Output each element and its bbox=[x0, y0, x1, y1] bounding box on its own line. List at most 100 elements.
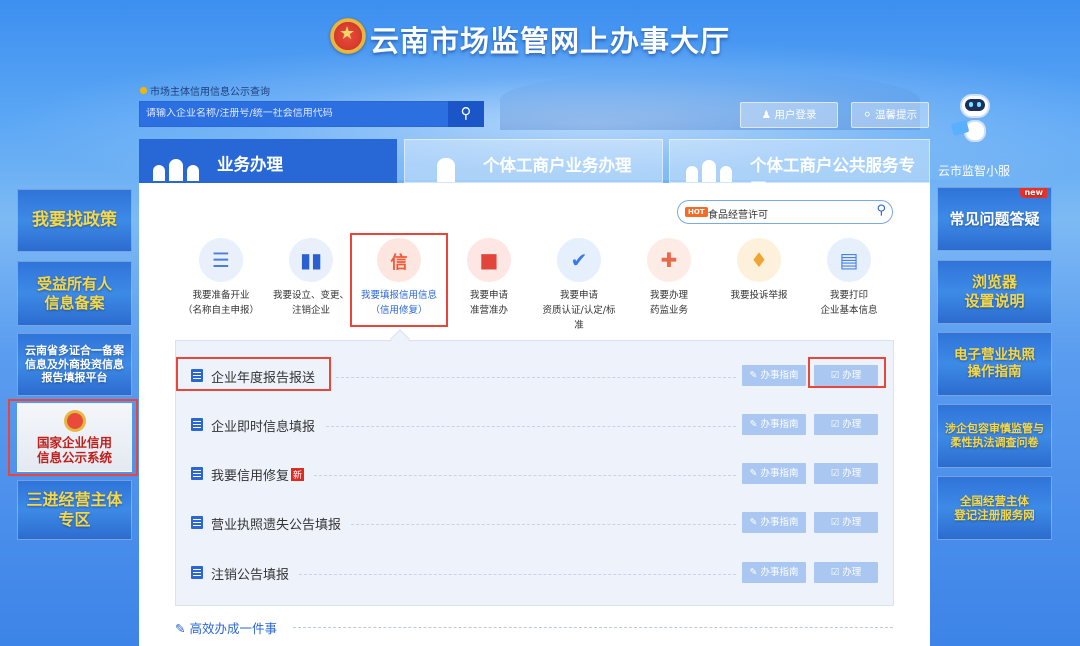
service-label: 资质认证/认定/标 bbox=[542, 305, 616, 316]
search-button[interactable]: ⚲ bbox=[448, 101, 484, 127]
banner-registration-service[interactable]: 全国经营主体 登记注册服务网 bbox=[937, 476, 1052, 540]
guide-button[interactable]: ✎ 办事指南 bbox=[742, 365, 806, 386]
search-hint: 市场主体信用信息公示查询 bbox=[140, 83, 270, 98]
banner-browser-settings[interactable]: 浏览器 设置说明 bbox=[937, 260, 1052, 324]
guide-button[interactable]: ✎ 办事指南 bbox=[742, 512, 806, 533]
service-label: 注销企业 bbox=[291, 305, 330, 316]
service-label: 企业基本信息 bbox=[820, 305, 878, 316]
service-label: （名称自主申报） bbox=[182, 305, 259, 316]
service-drug-supervision[interactable]: ✚ 我要办理 药监业务 bbox=[623, 238, 715, 318]
do-button-label: 办理 bbox=[842, 419, 862, 430]
tips-button[interactable]: ⚪ 温馨提示 bbox=[851, 102, 929, 128]
footer-divider bbox=[293, 627, 893, 628]
panel-search-field[interactable]: HOT 食品经营许可 ⚲ bbox=[677, 200, 893, 224]
service-label: 我要准备开业 bbox=[192, 290, 250, 301]
row-divider bbox=[326, 426, 736, 427]
list-item[interactable]: 注销公告填报 ✎ 办事指南 ☑ 办理 bbox=[176, 559, 895, 589]
list-item[interactable]: 企业即时信息填报 ✎ 办事指南 ☑ 办理 bbox=[176, 411, 895, 441]
guide-button-label: 办事指南 bbox=[760, 370, 799, 381]
row-divider bbox=[314, 475, 736, 476]
user-login-label: 用户登录 bbox=[774, 109, 817, 121]
assistant-label[interactable]: 云市监智小服 bbox=[938, 162, 1010, 179]
service-label: 药监业务 bbox=[649, 305, 688, 316]
left-highlight-box bbox=[8, 399, 138, 476]
list-item-title[interactable]: 我要信用修复新 bbox=[211, 465, 305, 484]
banner-find-policy[interactable]: 我要找政策 bbox=[17, 189, 132, 252]
service-highlight-box bbox=[350, 233, 448, 327]
search-input[interactable] bbox=[146, 108, 442, 119]
tab-business-label: 业务办理 bbox=[217, 155, 283, 174]
do-button[interactable]: ☑ 办理 bbox=[814, 463, 878, 484]
row-divider bbox=[336, 377, 736, 378]
efficiency-link[interactable]: ✎ 高效办成一件事 bbox=[175, 618, 277, 637]
service-label: 我要办理 bbox=[649, 290, 688, 301]
service-label: 我要申请 bbox=[559, 290, 598, 301]
stamp-icon: ■ bbox=[467, 238, 511, 282]
list-item[interactable]: 营业执照遗失公告填报 ✎ 办事指南 ☑ 办理 bbox=[176, 509, 895, 539]
service-complaint[interactable]: ♦ 我要投诉举报 bbox=[713, 238, 805, 303]
binder-icon: ▮▮ bbox=[289, 238, 333, 282]
clipboard-icon: ☰ bbox=[199, 238, 243, 282]
do-button[interactable]: ☑ 办理 bbox=[814, 414, 878, 435]
guide-button-label: 办事指南 bbox=[760, 419, 799, 430]
button-highlight-box bbox=[808, 357, 886, 388]
tips-label: 温馨提示 bbox=[875, 109, 918, 121]
site-header: 云南市场监管网上办事大厅 bbox=[0, 16, 1080, 62]
guide-button[interactable]: ✎ 办事指南 bbox=[742, 562, 806, 583]
megaphone-icon: ♦ bbox=[737, 238, 781, 282]
tab-individual-label: 个体工商户业务办理 bbox=[483, 156, 632, 175]
banner-multi-cert-platform[interactable]: 云南省多证合一备案 信息及外商投资信息 报告填报平台 bbox=[17, 333, 132, 396]
document-icon bbox=[191, 418, 203, 431]
service-qualification[interactable]: ✔ 我要申请 资质认证/认定/标准 bbox=[533, 238, 625, 333]
guide-button-label: 办事指南 bbox=[760, 468, 799, 479]
banner-market-entity-zone[interactable]: 三进经营主体 专区 bbox=[17, 480, 132, 540]
site-title: 云南市场监管网上办事大厅 bbox=[370, 24, 731, 58]
search-field[interactable] bbox=[139, 101, 449, 127]
efficiency-link-label: 高效办成一件事 bbox=[189, 621, 277, 636]
document-icon bbox=[191, 516, 203, 529]
do-button[interactable]: ☑ 办理 bbox=[814, 512, 878, 533]
user-login-button[interactable]: ♟ 用户登录 bbox=[740, 102, 838, 128]
person-icon bbox=[435, 148, 481, 182]
banner-faq[interactable]: 常见问题答疑 new bbox=[937, 187, 1052, 251]
people-group-icon bbox=[153, 147, 199, 181]
banner-beneficial-owner[interactable]: 受益所有人 信息备案 bbox=[17, 261, 132, 326]
new-tag: new bbox=[1020, 188, 1047, 198]
service-label: 准营准办 bbox=[469, 305, 508, 316]
row-divider bbox=[299, 574, 736, 575]
search-hint-text: 市场主体信用信息公示查询 bbox=[150, 87, 270, 98]
tab-business[interactable]: 业务办理 bbox=[139, 139, 397, 183]
hot-badge: HOT bbox=[685, 207, 708, 217]
list-item[interactable]: 我要信用修复新 ✎ 办事指南 ☑ 办理 bbox=[176, 460, 895, 490]
service-prepare-business[interactable]: ☰ 我要准备开业 （名称自主申报） bbox=[175, 238, 267, 318]
document-icon bbox=[191, 467, 203, 480]
hint-dot-icon bbox=[140, 87, 147, 94]
list-item-title[interactable]: 注销公告填报 bbox=[211, 564, 289, 583]
guide-button[interactable]: ✎ 办事指南 bbox=[742, 414, 806, 435]
service-operation-permit[interactable]: ■ 我要申请 准营准办 bbox=[443, 238, 535, 318]
list-item-title[interactable]: 企业即时信息填报 bbox=[211, 416, 315, 435]
row-divider bbox=[351, 524, 736, 525]
user-icon: ♟ bbox=[761, 109, 772, 121]
search-icon[interactable]: ⚲ bbox=[876, 203, 886, 218]
printer-icon: ▤ bbox=[827, 238, 871, 282]
new-badge: 新 bbox=[291, 468, 305, 481]
search-icon: ⚲ bbox=[460, 104, 472, 122]
list-item-title-text: 我要信用修复 bbox=[211, 469, 290, 484]
row-highlight-box bbox=[176, 357, 331, 391]
banner-survey[interactable]: 涉企包容审慎监管与 柔性执法调查问卷 bbox=[937, 404, 1052, 468]
bulb-icon: ⚪ bbox=[862, 109, 872, 121]
guide-button[interactable]: ✎ 办事指南 bbox=[742, 463, 806, 484]
tab-individual-business[interactable]: 个体工商户业务办理 bbox=[404, 139, 663, 183]
document-icon bbox=[191, 566, 203, 579]
service-print-info[interactable]: ▤ 我要打印 企业基本信息 bbox=[803, 238, 895, 318]
guide-button-label: 办事指南 bbox=[760, 517, 799, 528]
assistant-robot-icon[interactable] bbox=[950, 94, 1000, 152]
service-label: 我要投诉举报 bbox=[730, 290, 788, 301]
do-button[interactable]: ☑ 办理 bbox=[814, 562, 878, 583]
list-item-title[interactable]: 营业执照遗失公告填报 bbox=[211, 514, 341, 533]
service-register-enterprise[interactable]: ▮▮ 我要设立、变更、 注销企业 bbox=[265, 238, 357, 318]
tab-public-service[interactable]: 个体工商户公共服务专区 bbox=[669, 139, 930, 199]
banner-e-license-guide[interactable]: 电子营业执照 操作指南 bbox=[937, 332, 1052, 396]
panel-search-value[interactable]: 食品经营许可 bbox=[708, 206, 768, 221]
